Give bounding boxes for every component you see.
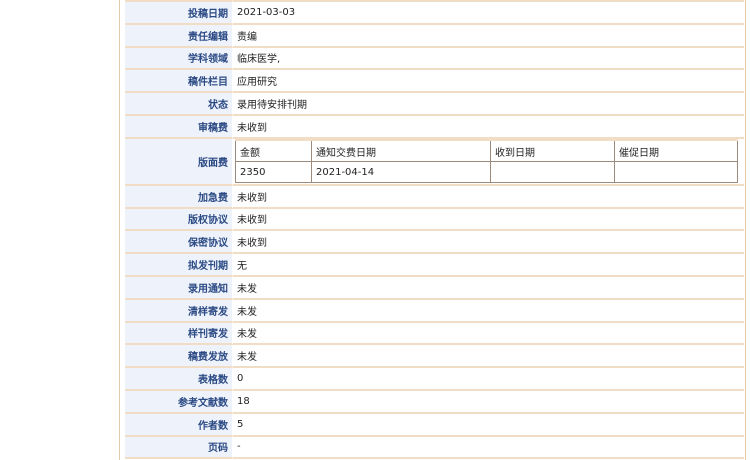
row-label: 清样寄发 bbox=[125, 299, 233, 323]
row-label: 样刊寄发 bbox=[125, 322, 233, 346]
row-value: 未收到 bbox=[233, 231, 744, 255]
fee-header-amount: 金额 bbox=[235, 139, 312, 163]
row-value: 未发 bbox=[233, 300, 744, 323]
page-fee-value-row: 2350 2021-04-14 bbox=[235, 161, 738, 184]
row-label: 保密协议 bbox=[125, 231, 233, 255]
row-label: 加急费 bbox=[125, 185, 233, 209]
row-responsible-editor: 责任编辑 责编 bbox=[125, 24, 744, 48]
row-copyright-agreement: 版权协议 未收到 bbox=[125, 208, 744, 232]
row-column: 稿件栏目 应用研究 bbox=[125, 70, 744, 94]
row-value: 责编 bbox=[233, 25, 744, 48]
row-proof-sent: 清样寄发 未发 bbox=[125, 299, 744, 323]
row-value: 2021-03-03 bbox=[233, 0, 744, 25]
row-page-fee: 版面费 金额 通知交费日期 收到日期 催促日期 2350 2021-04-14 bbox=[125, 138, 744, 186]
fee-notify-date: 2021-04-14 bbox=[311, 161, 491, 184]
page-fee-cell: 金额 通知交费日期 收到日期 催促日期 2350 2021-04-14 bbox=[233, 139, 744, 186]
row-value: 未发 bbox=[233, 277, 744, 300]
row-value: 无 bbox=[233, 254, 744, 277]
fee-urge-date bbox=[614, 161, 738, 184]
page-fee-header-row: 金额 通知交费日期 收到日期 催促日期 bbox=[235, 139, 738, 163]
row-planned-issue: 拟发刊期 无 bbox=[125, 254, 744, 277]
row-sample-sent: 样刊寄发 未发 bbox=[125, 322, 744, 346]
row-value: 未收到 bbox=[233, 186, 744, 209]
page-fee-table: 金额 通知交费日期 收到日期 催促日期 2350 2021-04-14 bbox=[235, 139, 738, 184]
row-label: 版权协议 bbox=[125, 208, 233, 232]
row-value: 18 bbox=[233, 391, 744, 414]
row-confidentiality-agreement: 保密协议 未收到 bbox=[125, 231, 744, 255]
row-label: 页码 bbox=[125, 436, 233, 460]
row-label: 拟发刊期 bbox=[125, 254, 233, 277]
row-label: 学科领域 bbox=[125, 47, 233, 71]
row-value: 录用待安排刊期 bbox=[233, 93, 744, 116]
fee-received-date bbox=[490, 161, 615, 184]
row-value: 未发 bbox=[233, 345, 744, 369]
fee-header-received-date: 收到日期 bbox=[490, 139, 615, 163]
fee-header-notify-date: 通知交费日期 bbox=[311, 139, 491, 163]
row-label: 录用通知 bbox=[125, 276, 233, 300]
row-urgent-fee: 加急费 未收到 bbox=[125, 185, 744, 209]
row-label: 状态 bbox=[125, 93, 233, 116]
fee-amount: 2350 bbox=[235, 161, 312, 184]
row-value: 0 bbox=[233, 368, 744, 391]
row-value: - bbox=[233, 437, 744, 460]
row-value: 5 bbox=[233, 414, 744, 437]
row-label: 投稿日期 bbox=[125, 0, 233, 25]
row-table-count: 表格数 0 bbox=[125, 368, 744, 391]
row-label: 版面费 bbox=[125, 138, 233, 186]
row-label: 稿件栏目 bbox=[125, 70, 233, 94]
row-submit-date: 投稿日期 2021-03-03 bbox=[125, 0, 744, 25]
row-subject-field: 学科领域 临床医学, bbox=[125, 47, 744, 71]
row-acceptance-notice: 录用通知 未发 bbox=[125, 276, 744, 300]
row-reference-count: 参考文献数 18 bbox=[125, 390, 744, 414]
row-author-count: 作者数 5 bbox=[125, 413, 744, 437]
row-review-fee: 审稿费 未收到 bbox=[125, 115, 744, 139]
fee-header-urge-date: 催促日期 bbox=[614, 139, 738, 163]
manuscript-info-table: 投稿日期 2021-03-03 责任编辑 责编 学科领域 临床医学, 稿件栏目 … bbox=[125, 0, 744, 460]
row-label: 表格数 bbox=[125, 368, 233, 391]
manuscript-info-panel: 投稿日期 2021-03-03 责任编辑 责编 学科领域 临床医学, 稿件栏目 … bbox=[119, 0, 746, 460]
row-value: 临床医学, bbox=[233, 48, 744, 71]
row-value: 未收到 bbox=[233, 209, 744, 232]
row-value: 未发 bbox=[233, 323, 744, 346]
row-page-number: 页码 - bbox=[125, 436, 744, 460]
row-label: 审稿费 bbox=[125, 115, 233, 139]
row-status: 状态 录用待安排刊期 bbox=[125, 93, 744, 116]
row-label: 责任编辑 bbox=[125, 24, 233, 48]
row-value: 未收到 bbox=[233, 116, 744, 139]
row-label: 参考文献数 bbox=[125, 390, 233, 414]
row-royalty-paid: 稿费发放 未发 bbox=[125, 345, 744, 369]
row-label: 作者数 bbox=[125, 413, 233, 437]
row-value: 应用研究 bbox=[233, 70, 744, 94]
row-label: 稿费发放 bbox=[125, 345, 233, 369]
